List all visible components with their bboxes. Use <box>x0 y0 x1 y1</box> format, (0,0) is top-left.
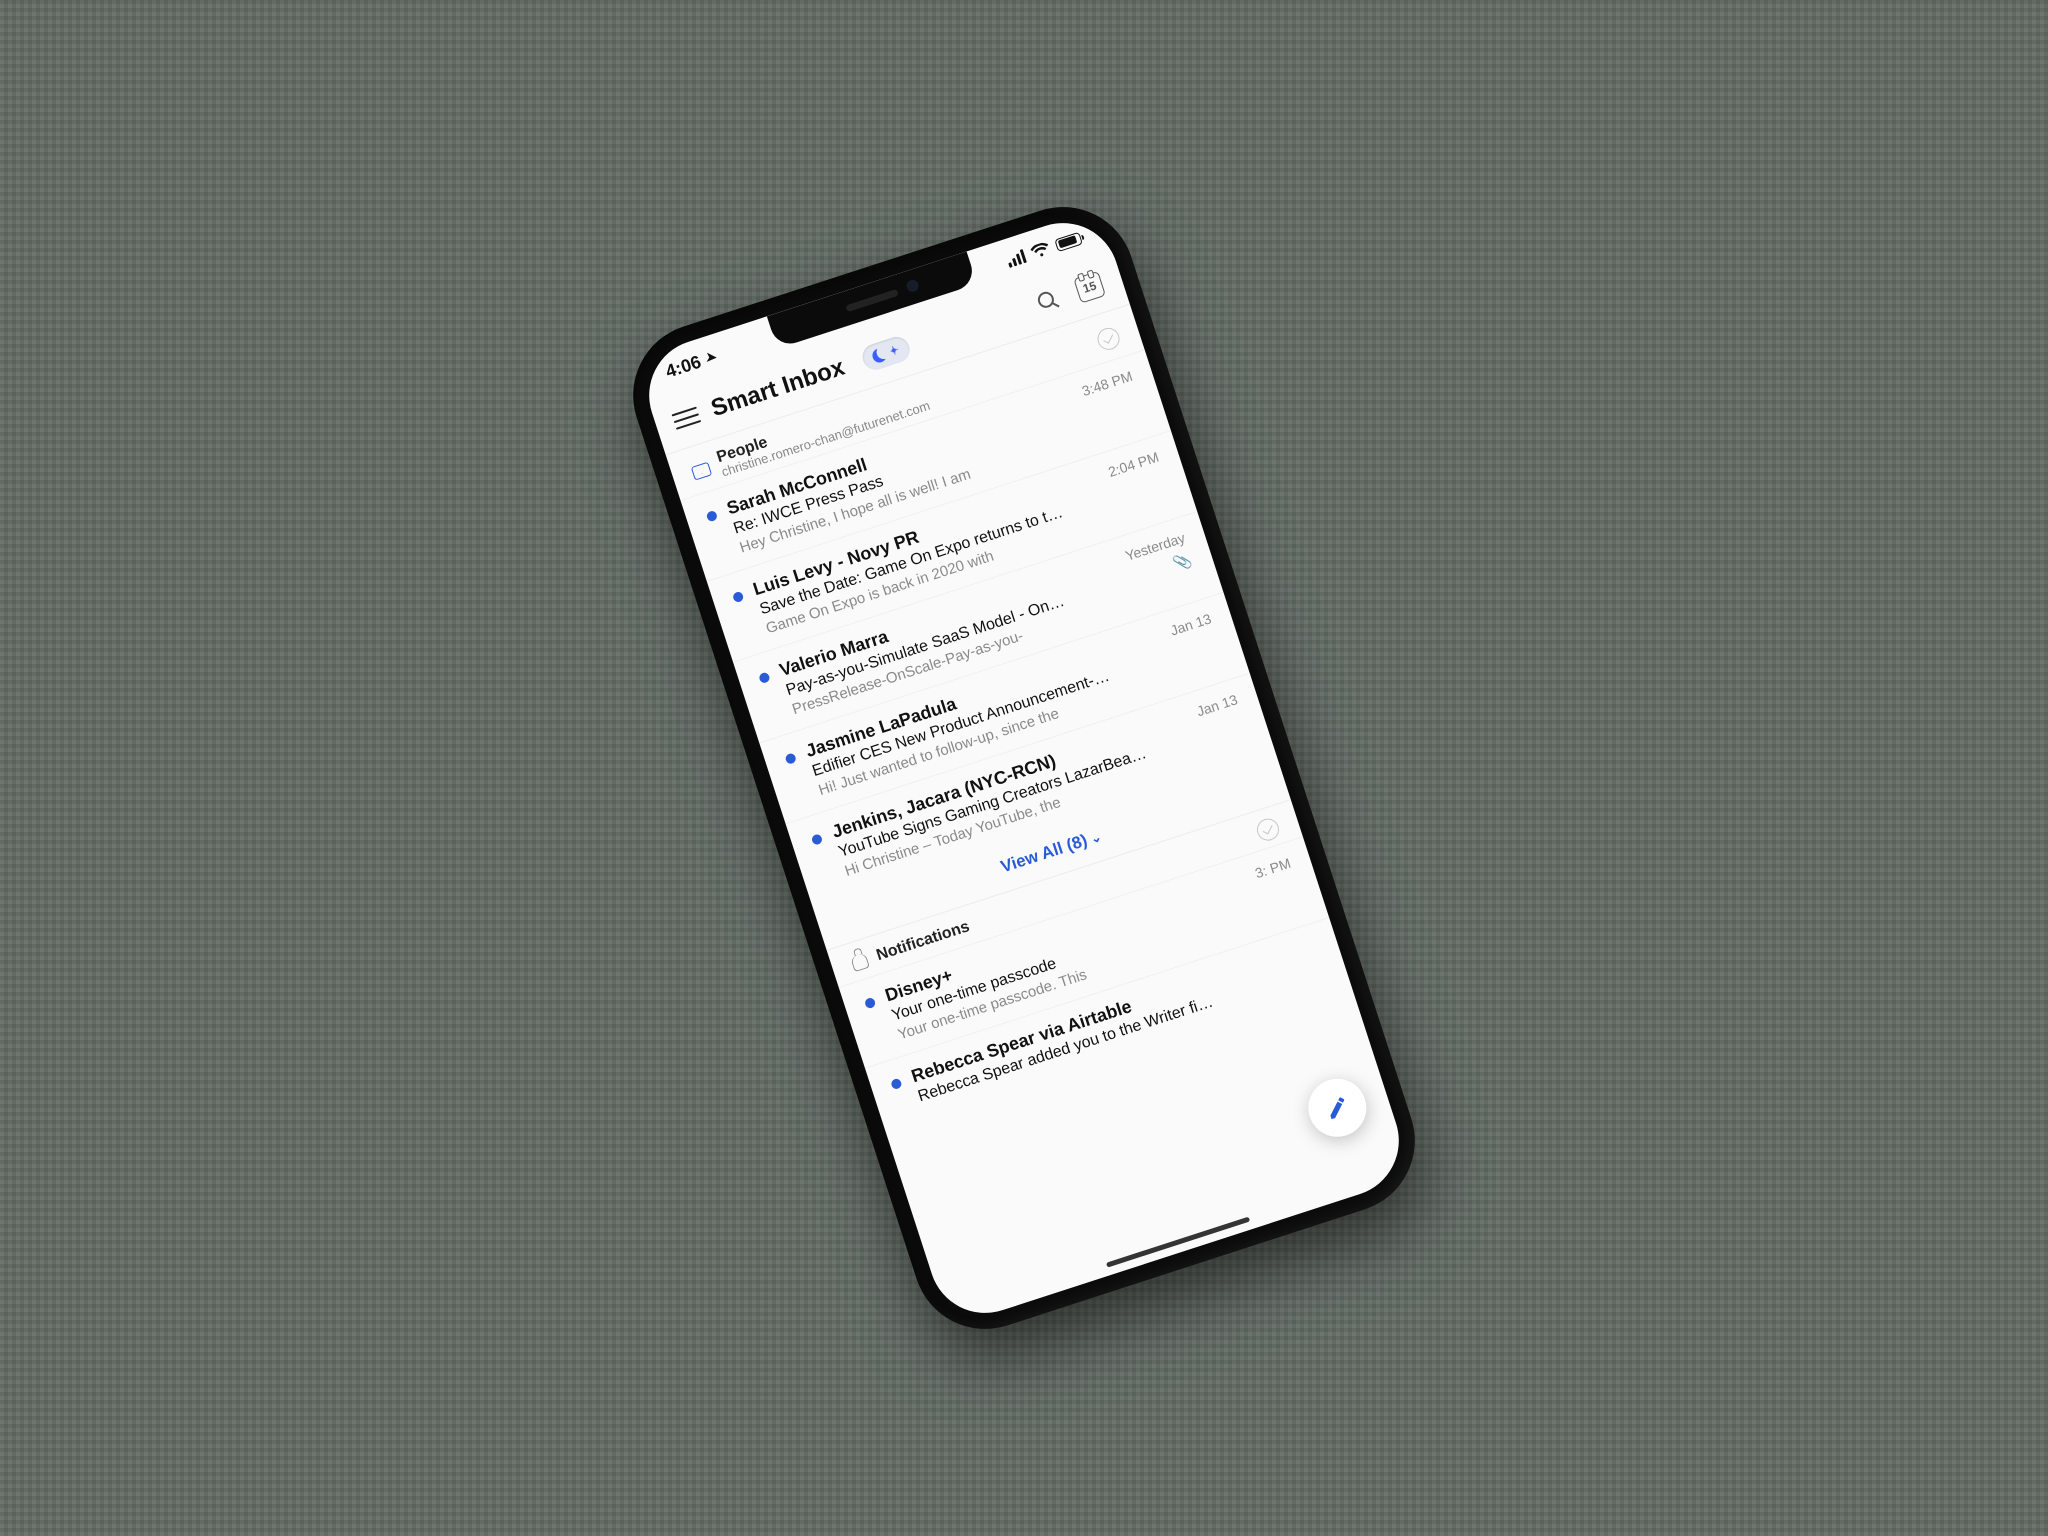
select-all-icon[interactable] <box>1254 816 1282 844</box>
unread-dot <box>864 997 877 1010</box>
email-timestamp: 3:48 PM <box>1080 368 1135 399</box>
cellular-icon <box>1005 249 1026 268</box>
location-icon: ➤ <box>706 349 717 365</box>
calendar-icon: 15 <box>1073 271 1106 304</box>
phone-frame: 4:06 ➤ Smart Inbox ✦ <box>614 188 1433 1347</box>
unread-dot <box>758 671 771 684</box>
pencil-icon <box>1322 1093 1352 1123</box>
unread-dot <box>732 591 745 604</box>
email-timestamp: 2:04 PM <box>1106 449 1161 480</box>
unread-dot <box>811 833 824 846</box>
menu-button[interactable] <box>672 407 702 430</box>
email-timestamp: 3: PM <box>1253 855 1293 882</box>
unread-dot <box>784 752 797 765</box>
moon-icon <box>871 347 889 365</box>
mail-icon <box>691 461 712 480</box>
unread-dot <box>706 510 719 523</box>
calendar-day: 15 <box>1081 278 1098 295</box>
unread-dot <box>890 1078 903 1091</box>
search-icon <box>1033 286 1063 316</box>
chevron-down-icon: ⌄ <box>1088 829 1103 848</box>
screen: 4:06 ➤ Smart Inbox ✦ <box>635 209 1414 1328</box>
bell-icon <box>850 952 870 972</box>
email-timestamp: Jan 13 <box>1168 610 1213 638</box>
battery-icon <box>1054 231 1083 251</box>
search-button[interactable] <box>1029 282 1067 320</box>
select-all-icon[interactable] <box>1095 325 1123 353</box>
email-timestamp: Jan 13 <box>1195 691 1240 719</box>
wifi-icon <box>1029 241 1051 260</box>
smart-mode-toggle[interactable]: ✦ <box>859 334 913 374</box>
status-time: 4:06 <box>663 351 704 382</box>
paperclip-icon: 📎 <box>1171 550 1194 573</box>
calendar-button[interactable]: 15 <box>1071 268 1109 306</box>
